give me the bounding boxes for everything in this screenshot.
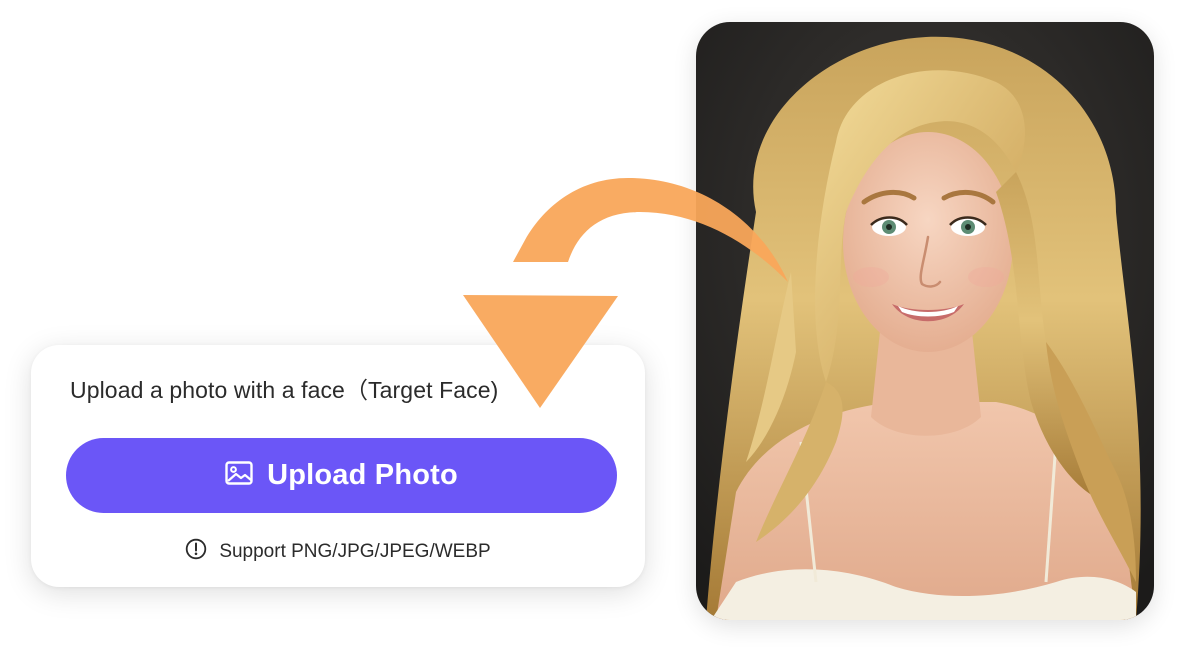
stage: Upload a photo with a face（Target Face) … bbox=[0, 0, 1184, 658]
upload-panel: Upload a photo with a face（Target Face) … bbox=[31, 345, 645, 587]
upload-photo-button-label: Upload Photo bbox=[267, 459, 458, 491]
target-face-photo bbox=[696, 22, 1154, 620]
image-icon bbox=[225, 461, 253, 490]
upload-panel-title: Upload a photo with a face（Target Face) bbox=[70, 377, 499, 403]
upload-photo-button[interactable]: Upload Photo bbox=[66, 438, 617, 513]
supported-formats-text: Support PNG/JPG/JPEG/WEBP bbox=[219, 541, 491, 562]
supported-formats: Support PNG/JPG/JPEG/WEBP bbox=[31, 538, 645, 566]
info-circle-icon bbox=[185, 538, 207, 566]
